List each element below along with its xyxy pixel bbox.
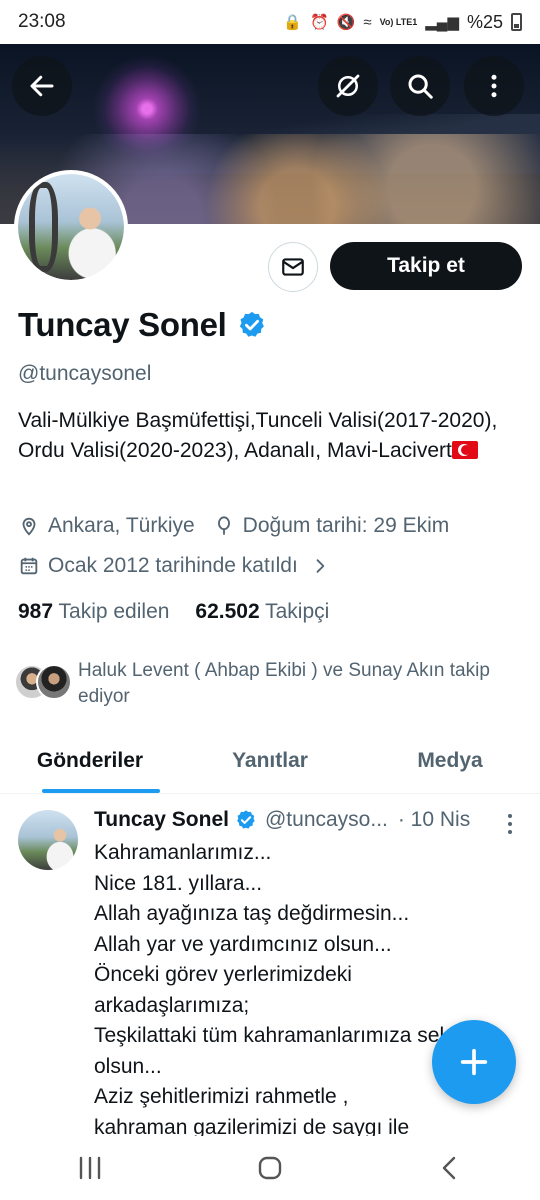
more-vertical-icon[interactable] — [500, 810, 520, 838]
lock-icon: 🔒 — [283, 14, 302, 31]
chevron-right-icon — [316, 559, 325, 573]
followers-label: Takipçi — [265, 600, 330, 623]
followed-by-text: Haluk Levent ( Ahbap Ekibi ) ve Sunay Ak… — [78, 660, 490, 707]
network-indicator: Vo) LTE1 — [379, 16, 418, 27]
tab-posts[interactable]: Gönderiler — [0, 728, 180, 793]
avatar — [36, 664, 72, 700]
balloon-icon — [217, 516, 230, 535]
bio-text: Vali-Mülkiye Başmüfettişi,Tunceli Valisi… — [18, 409, 498, 462]
profile-avatar[interactable] — [14, 170, 128, 284]
message-button[interactable] — [268, 242, 318, 292]
following-count: 987 — [18, 600, 54, 623]
verified-badge-icon[interactable] — [237, 310, 267, 340]
plus-icon — [460, 1048, 488, 1076]
profile-name-row: Tuncay Sonel — [18, 306, 267, 344]
system-nav-bar — [0, 1136, 540, 1200]
arrow-left-icon — [30, 75, 54, 97]
followers-you-know-avatars — [14, 664, 74, 704]
recent-apps-icon — [79, 1156, 101, 1180]
calendar-icon — [20, 557, 38, 575]
location-text: Ankara, Türkiye — [48, 514, 195, 537]
compose-button[interactable] — [432, 1020, 516, 1104]
back-button[interactable] — [12, 56, 72, 116]
signal-icon: ▂▄▆ — [425, 14, 459, 31]
chevron-left-icon — [442, 1156, 456, 1180]
system-back-button[interactable] — [420, 1143, 480, 1193]
following-link[interactable]: 987 Takip edilen — [18, 600, 169, 624]
joined-row[interactable]: Ocak 2012 tarihinde katıldı — [18, 554, 330, 578]
search-icon — [408, 74, 433, 99]
follow-button[interactable]: Takip et — [330, 242, 522, 290]
status-icons: 🔒 ⏰ 🔇 ≈ Vo) LTE1 ▂▄▆ %25 — [283, 12, 522, 33]
display-name: Tuncay Sonel — [18, 306, 227, 343]
following-label: Takip edilen — [58, 600, 170, 623]
tweet-author-handle: @tuncayso... — [264, 808, 388, 831]
tweet-author-name[interactable]: Tuncay Sonel — [94, 808, 229, 832]
birthday-text: Doğum tarihi: 29 Ekim — [242, 514, 450, 537]
more-options-button[interactable] — [464, 56, 524, 116]
avatar-window-frame — [28, 182, 59, 272]
grok-button[interactable] — [318, 56, 378, 116]
mute-icon: 🔇 — [336, 14, 356, 31]
more-vertical-icon — [491, 74, 497, 98]
status-time: 23:08 — [18, 11, 66, 32]
grok-icon — [336, 74, 360, 98]
profile-meta-row: Ankara, Türkiye Doğum tarihi: 29 Ekim — [18, 514, 449, 538]
turkey-flag-icon — [451, 441, 478, 459]
followers-count: 62.502 — [195, 600, 260, 623]
alarm-icon: ⏰ — [309, 14, 329, 31]
tweet-header: Tuncay Sonel @tuncayso... · 10 Nis — [94, 808, 470, 832]
tweet-timestamp[interactable]: · 10 Nis — [398, 808, 470, 832]
search-button[interactable] — [390, 56, 450, 116]
location-pin-icon — [22, 517, 36, 536]
followed-by[interactable]: Haluk Levent ( Ahbap Ekibi ) ve Sunay Ak… — [14, 658, 518, 710]
status-bar: 23:08 🔒 ⏰ 🔇 ≈ Vo) LTE1 ▂▄▆ %25 — [0, 0, 540, 44]
wifi-icon: ≈ — [363, 13, 372, 31]
profile-bio: Vali-Mülkiye Başmüfettişi,Tunceli Valisi… — [18, 406, 518, 466]
profile-handle: @tuncaysonel — [18, 362, 152, 385]
battery-icon — [511, 13, 522, 31]
mail-icon — [282, 258, 304, 276]
battery-percent: %25 — [466, 11, 503, 32]
tab-media[interactable]: Medya — [360, 728, 540, 793]
follow-stats: 987 Takip edilen 62.502 Takipçi — [18, 600, 329, 624]
home-icon — [258, 1156, 282, 1180]
tab-replies[interactable]: Yanıtlar — [180, 728, 360, 793]
avatar[interactable] — [18, 810, 78, 870]
followers-link[interactable]: 62.502 Takipçi — [195, 600, 329, 624]
profile-tabs: Gönderiler Yanıtlar Medya — [0, 728, 540, 794]
verified-badge-icon — [237, 810, 255, 829]
recent-apps-button[interactable] — [60, 1143, 120, 1193]
joined-text: Ocak 2012 tarihinde katıldı — [48, 554, 298, 577]
home-button[interactable] — [240, 1143, 300, 1193]
